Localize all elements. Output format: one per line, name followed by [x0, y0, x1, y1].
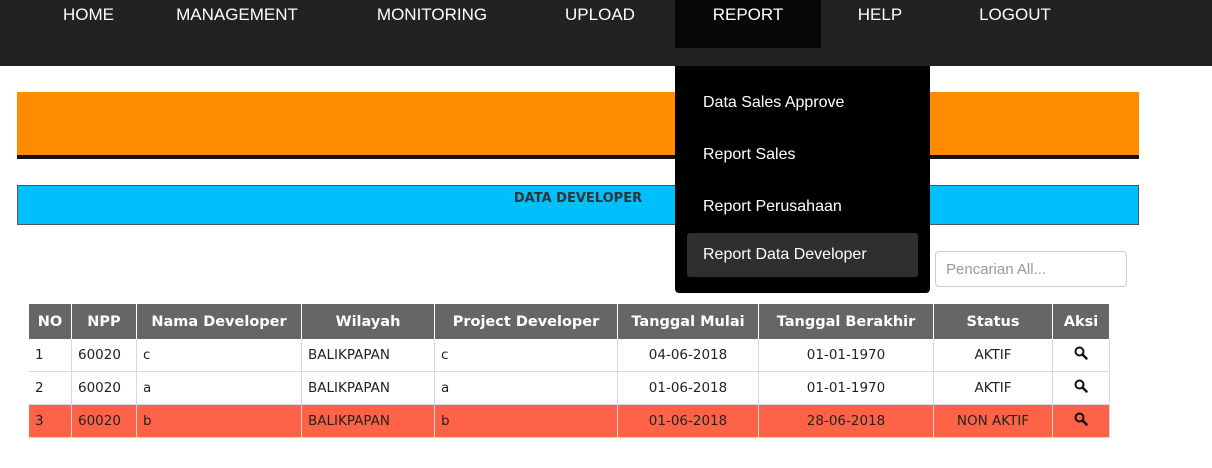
cell-status: NON AKTIF: [933, 404, 1053, 438]
cell-project: c: [434, 339, 618, 372]
nav-upload[interactable]: UPLOAD: [555, 0, 645, 48]
cell-wilayah: BALIKPAPAN: [301, 371, 435, 405]
developer-table: NO NPP Nama Developer Wilayah Project De…: [29, 304, 1110, 438]
cell-npp: 60020: [71, 404, 137, 438]
col-wilayah[interactable]: Wilayah: [301, 304, 435, 339]
cell-wilayah: BALIKPAPAN: [301, 339, 435, 372]
cell-berakhir: 01-01-1970: [758, 339, 934, 372]
col-tanggal-berakhir[interactable]: Tanggal Berakhir: [758, 304, 934, 339]
cell-no: 2: [29, 371, 72, 405]
col-npp[interactable]: NPP: [71, 304, 137, 339]
col-nama-developer[interactable]: Nama Developer: [136, 304, 302, 339]
col-tanggal-mulai[interactable]: Tanggal Mulai: [617, 304, 759, 339]
cell-no: 3: [29, 404, 72, 438]
nav-monitoring[interactable]: MONITORING: [367, 0, 497, 48]
cell-aksi: [1052, 404, 1110, 438]
cell-mulai: 01-06-2018: [617, 371, 759, 405]
cell-no: 1: [29, 339, 72, 372]
menu-item-report-sales[interactable]: Report Sales: [675, 133, 930, 177]
cell-nama: c: [136, 339, 302, 372]
table-row: 2 60020 a BALIKPAPAN a 01-06-2018 01-01-…: [29, 371, 1110, 405]
table-row: 3 60020 b BALIKPAPAN b 01-06-2018 28-06-…: [29, 404, 1110, 438]
col-status[interactable]: Status: [933, 304, 1053, 339]
menu-item-data-sales-approve[interactable]: Data Sales Approve: [675, 81, 930, 125]
page-header-banner: [17, 92, 1139, 159]
table-row: 1 60020 c BALIKPAPAN c 04-06-2018 01-01-…: [29, 339, 1110, 372]
cell-npp: 60020: [71, 339, 137, 372]
cell-berakhir: 01-01-1970: [758, 371, 934, 405]
cell-berakhir: 28-06-2018: [758, 404, 934, 438]
cell-project: a: [434, 371, 618, 405]
top-navbar: HOME MANAGEMENT MONITORING UPLOAD REPORT…: [0, 0, 1212, 66]
nav-report[interactable]: REPORT: [675, 0, 821, 48]
nav-logout[interactable]: LOGOUT: [965, 0, 1065, 48]
cell-status: AKTIF: [933, 371, 1053, 405]
search-input[interactable]: [935, 251, 1127, 287]
nav-help[interactable]: HELP: [850, 0, 910, 48]
cell-aksi: [1052, 371, 1110, 405]
section-title: DATA DEVELOPER: [17, 185, 1139, 225]
table-header-row: NO NPP Nama Developer Wilayah Project De…: [29, 304, 1110, 339]
menu-item-report-perusahaan[interactable]: Report Perusahaan: [675, 185, 930, 229]
search-icon[interactable]: [1074, 412, 1088, 430]
cell-status: AKTIF: [933, 339, 1053, 372]
cell-wilayah: BALIKPAPAN: [301, 404, 435, 438]
cell-nama: a: [136, 371, 302, 405]
cell-mulai: 04-06-2018: [617, 339, 759, 372]
nav-home[interactable]: HOME: [63, 0, 114, 48]
col-no[interactable]: NO: [29, 304, 72, 339]
col-aksi[interactable]: Aksi: [1052, 304, 1110, 339]
cell-nama: b: [136, 404, 302, 438]
cell-project: b: [434, 404, 618, 438]
col-project-developer[interactable]: Project Developer: [434, 304, 618, 339]
report-dropdown-menu: Data Sales Approve Report Sales Report P…: [675, 66, 930, 293]
cell-mulai: 01-06-2018: [617, 404, 759, 438]
cell-npp: 60020: [71, 371, 137, 405]
nav-management[interactable]: MANAGEMENT: [167, 0, 307, 48]
search-icon[interactable]: [1074, 379, 1088, 397]
search-icon[interactable]: [1074, 346, 1088, 364]
menu-item-report-data-developer[interactable]: Report Data Developer: [687, 233, 918, 277]
cell-aksi: [1052, 339, 1110, 372]
